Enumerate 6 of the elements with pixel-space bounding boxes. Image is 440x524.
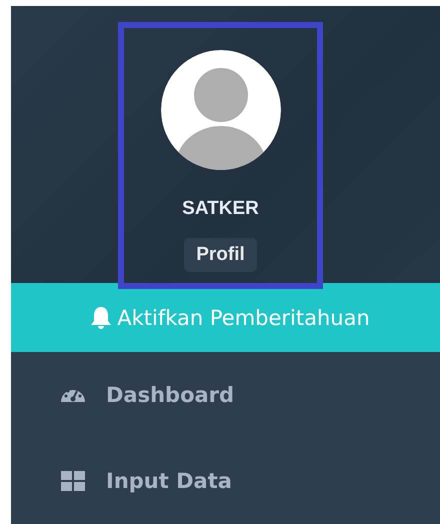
menu-item[interactable]: Dashboard <box>11 352 440 438</box>
bell-icon <box>91 306 112 330</box>
avatar-icon[interactable] <box>160 50 280 170</box>
profile-tooltip: Profil <box>184 238 257 272</box>
menu-item[interactable]: Input Data <box>11 438 440 524</box>
user-name: SATKER <box>182 198 259 220</box>
